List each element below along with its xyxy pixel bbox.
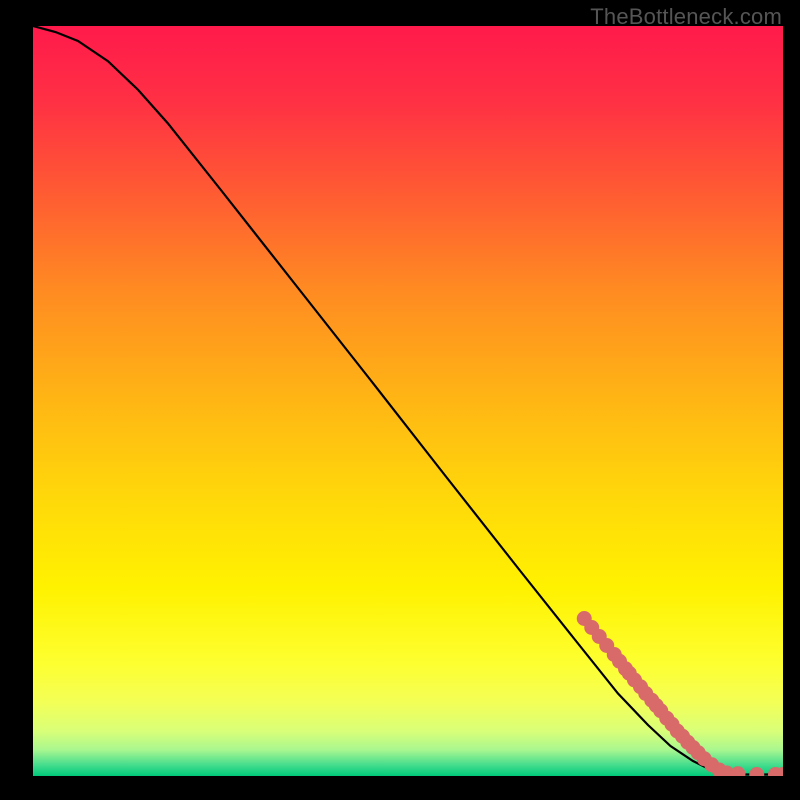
- watermark-label: TheBottleneck.com: [590, 4, 782, 30]
- chart-svg: [33, 26, 783, 776]
- bottleneck-chart: [33, 26, 783, 776]
- gradient-background: [33, 26, 783, 776]
